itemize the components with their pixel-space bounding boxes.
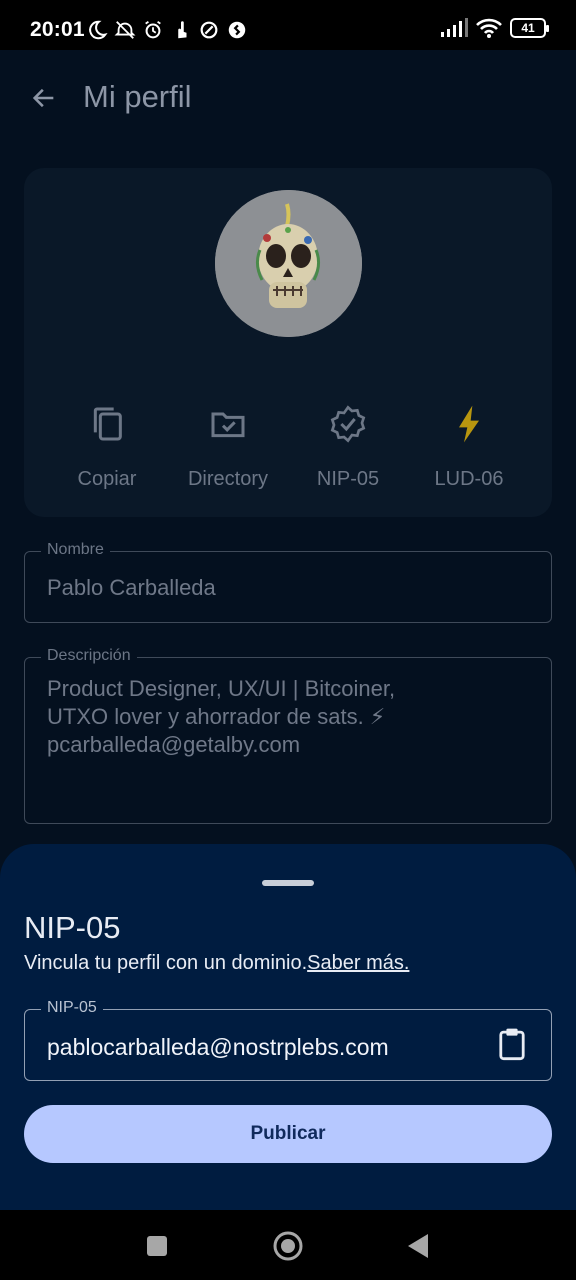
alarm-icon [145,20,161,39]
profile-card: Copiar Directory NIP-05 LUD-06 [24,168,552,517]
lud06-action[interactable]: LUD-06 [409,402,529,491]
profile-screen: Mi perfil Copiar Directory NIP-05 LUD-06… [0,50,576,1210]
battery-icon: 41 [510,18,549,38]
name-field-value: Pablo Carballeda [47,575,216,600]
moon-icon [89,20,108,40]
nip05-action[interactable]: NIP-05 [288,402,408,491]
description-line-1: Product Designer, UX/UI | Bitcoiner, [47,676,396,701]
copy-action[interactable]: Copiar [47,402,167,491]
square-icon [147,1236,167,1256]
home-circle-icon [273,1231,303,1261]
shazam-icon [228,21,246,39]
copy-label: Copiar [77,468,137,490]
touch-icon [178,21,187,39]
page-title: Mi perfil [83,79,192,114]
back-button[interactable] [26,80,62,116]
triangle-back-icon [408,1234,428,1258]
back-nav-button[interactable] [400,1228,436,1264]
description-field[interactable]: Descripción Product Designer, UX/UI | Bi… [24,647,552,824]
lightning-icon [459,405,479,443]
recents-button[interactable] [139,1228,175,1264]
nip05-label: NIP-05 [316,468,380,490]
paste-button[interactable] [497,1026,527,1062]
avatar[interactable] [215,190,362,337]
name-field[interactable]: Nombre Pablo Carballeda [24,541,552,623]
name-field-label: Nombre [41,541,110,559]
navigation-bar [0,1210,576,1280]
drag-handle[interactable] [262,880,314,886]
copy-icon [93,407,122,441]
status-bar: 20:01 41 [0,0,576,50]
wifi-icon [476,18,502,38]
clipboard-icon [499,1028,525,1061]
nip05-bottom-sheet: NIP-05 Vincula tu perfil con un dominio.… [0,844,576,1210]
sheet-subtitle: Vincula tu perfil con un dominio.Saber m… [24,952,409,975]
folder-check-icon [211,412,245,438]
battery-level: 41 [521,21,535,35]
verified-badge-icon [330,405,366,443]
nip05-input-value: pablocarballeda@nostrplebs.com [47,1034,389,1060]
signal-icon [441,18,468,37]
directory-action[interactable]: Directory [168,402,288,491]
publish-button[interactable]: Publicar [24,1105,552,1163]
status-time: 20:01 [30,18,85,41]
nip05-input-label: NIP-05 [41,999,103,1017]
shield-icon [200,21,218,39]
home-button[interactable] [270,1228,306,1264]
description-line-2: UTXO lover y ahorrador de sats. ⚡ [47,704,386,729]
app-bar: Mi perfil [0,50,576,146]
description-field-label: Descripción [41,647,137,665]
directory-label: Directory [187,468,268,490]
lud06-label: LUD-06 [434,468,504,490]
description-line-3: pcarballeda@getalby.com [47,732,301,757]
alarm-off-icon [114,21,136,39]
sheet-title: NIP-05 [24,910,121,945]
nip05-input[interactable]: NIP-05 pablocarballeda@nostrplebs.com [24,999,552,1081]
sheet-subtitle-text: Vincula tu perfil con un dominio. [24,952,308,974]
learn-more-link[interactable]: Saber más. [307,952,409,974]
skull-avatar-image [215,190,362,337]
arrow-left-icon [32,88,54,108]
system-icons: 41 [440,18,549,38]
notification-icons [86,19,248,41]
